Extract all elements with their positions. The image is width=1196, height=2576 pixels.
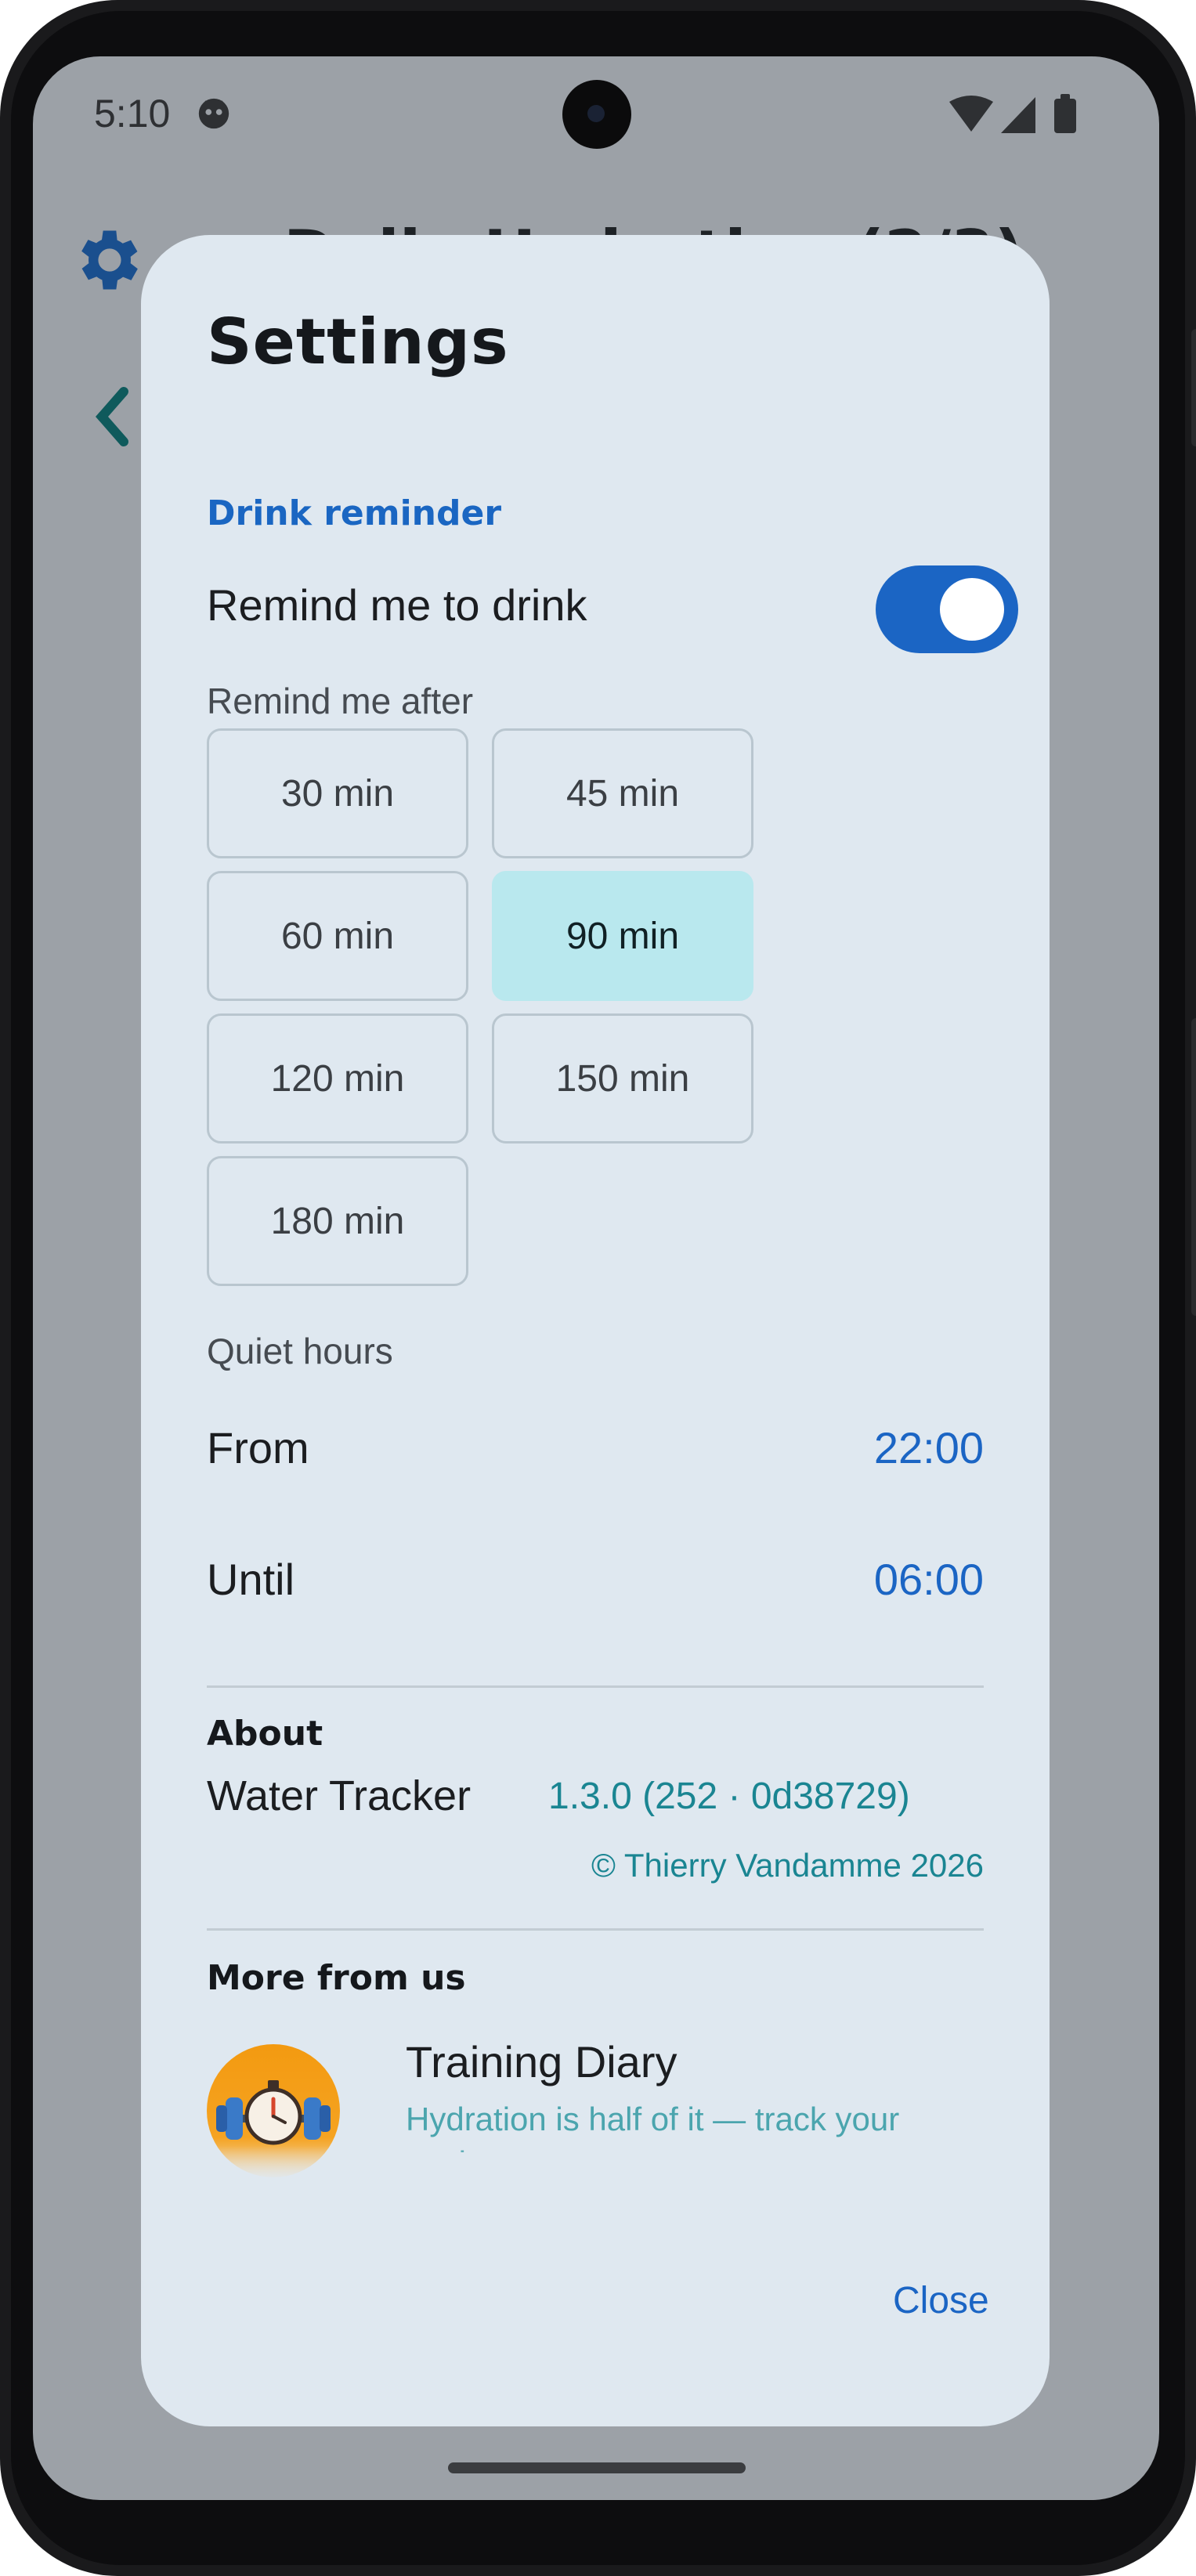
divider bbox=[207, 1685, 984, 1688]
front-camera bbox=[562, 80, 631, 149]
status-time: 5:10 bbox=[94, 92, 171, 135]
promo-subtitle: Hydration is half of it — track your wor… bbox=[406, 2101, 900, 2152]
remind-toggle[interactable] bbox=[876, 565, 1018, 653]
more-from-us-heading: More from us bbox=[207, 1958, 466, 1998]
scroll-fade bbox=[207, 2146, 990, 2193]
phone-frame: 5:10 Daily Hydration (2/3) bbox=[0, 0, 1196, 2576]
status-icons bbox=[949, 94, 1076, 133]
gesture-nav-handle[interactable] bbox=[448, 2462, 746, 2473]
power-button bbox=[1191, 329, 1196, 446]
chevron-left-icon[interactable] bbox=[89, 385, 136, 448]
remind-toggle-label: Remind me to drink bbox=[207, 580, 587, 630]
settings-dialog: Settings Drink reminder Remind me to dri… bbox=[141, 235, 1050, 2426]
wifi-icon bbox=[949, 96, 993, 132]
settings-gear-icon[interactable] bbox=[70, 221, 149, 299]
copyright-text: © Thierry Vandamme 2026 bbox=[591, 1847, 984, 1884]
app-name: Water Tracker bbox=[207, 1772, 472, 1819]
until-label: Until bbox=[207, 1555, 295, 1604]
remind-after-label: Remind me after bbox=[207, 681, 474, 721]
quiet-hours-label: Quiet hours bbox=[207, 1331, 393, 1371]
status-app-icon bbox=[198, 98, 229, 129]
interval-chip[interactable]: 30 min bbox=[207, 728, 468, 858]
toggle-knob bbox=[940, 578, 1004, 641]
dialog-title: Settings bbox=[207, 305, 509, 378]
interval-chip[interactable]: 45 min bbox=[492, 728, 753, 858]
status-bar: 5:10 bbox=[33, 56, 1159, 174]
interval-chip[interactable]: 90 min bbox=[492, 871, 753, 1001]
interval-chip[interactable]: 180 min bbox=[207, 1156, 468, 1286]
close-button[interactable]: Close bbox=[877, 2271, 1005, 2330]
screen: 5:10 Daily Hydration (2/3) bbox=[33, 56, 1159, 2500]
promo-title[interactable]: Training Diary bbox=[406, 2036, 677, 2087]
volume-button bbox=[1191, 1018, 1196, 1316]
from-label: From bbox=[207, 1423, 309, 1472]
about-heading: About bbox=[207, 1714, 323, 1754]
from-time-value[interactable]: 22:00 bbox=[874, 1422, 984, 1473]
drink-reminder-section: Drink reminder bbox=[207, 493, 502, 533]
app-version: 1.3.0 (252 · 0d38729) bbox=[548, 1776, 910, 1817]
until-time-value[interactable]: 06:00 bbox=[874, 1554, 984, 1605]
divider bbox=[207, 1928, 984, 1931]
battery-icon bbox=[1054, 99, 1076, 133]
interval-chip[interactable]: 60 min bbox=[207, 871, 468, 1001]
interval-chip[interactable]: 120 min bbox=[207, 1013, 468, 1143]
signal-icon bbox=[1001, 97, 1035, 133]
interval-chip[interactable]: 150 min bbox=[492, 1013, 753, 1143]
